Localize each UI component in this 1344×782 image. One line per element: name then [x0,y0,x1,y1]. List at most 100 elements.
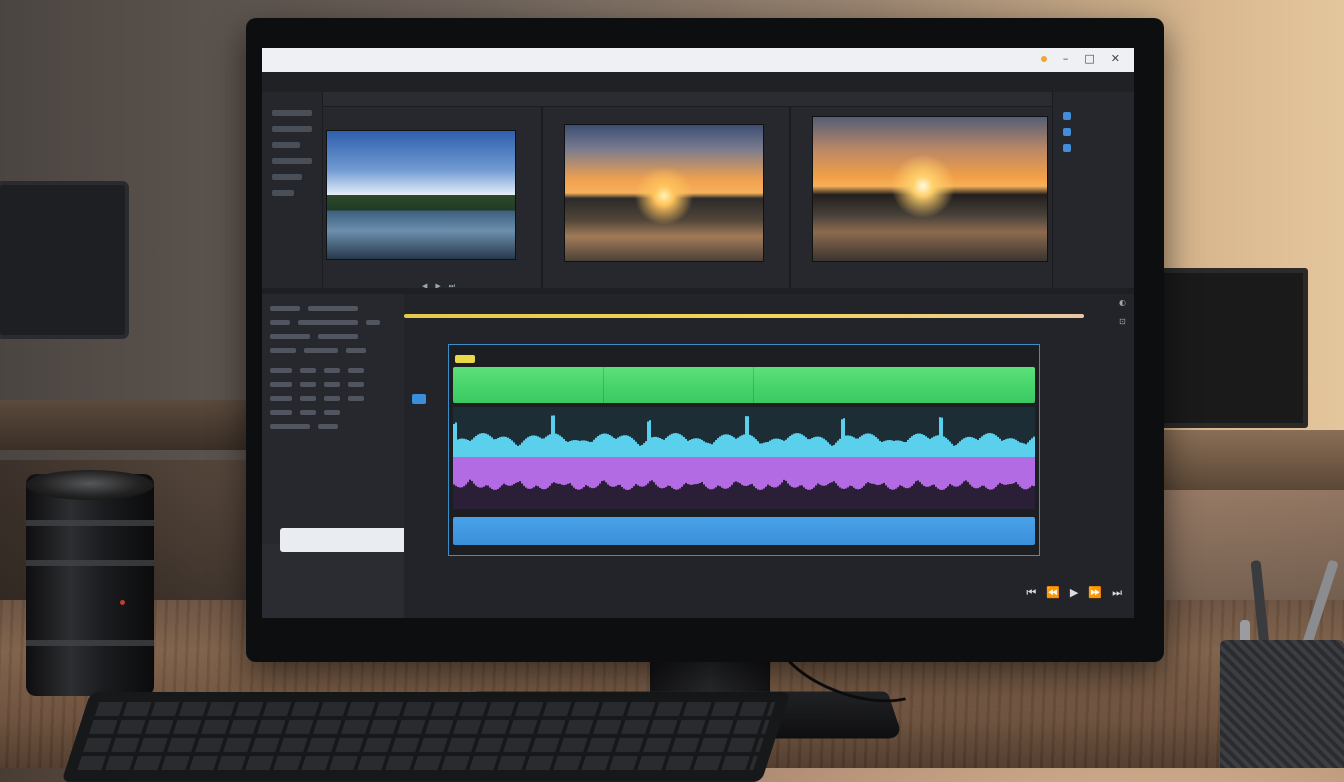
waveform-bar [633,439,635,457]
waveform-bar [521,457,523,484]
marker-clip[interactable] [455,355,475,363]
waveform-bar [705,442,707,457]
waveform-bar [1033,436,1035,457]
waveform-bar [1009,438,1011,457]
waveform-bar [597,436,599,457]
waveform-bar [763,442,765,457]
waveform-bar [693,457,695,485]
waveform-bar [703,457,705,485]
project-row[interactable] [270,368,364,373]
waveform-bar [927,457,929,487]
waveform-bar [921,434,923,457]
waveform-bar [533,457,535,488]
project-row[interactable] [270,334,358,339]
maximize-icon[interactable]: □ [1084,52,1094,65]
waveform-bar [1013,438,1015,457]
waveform-bar [941,417,943,457]
waveform-bar [655,457,657,485]
waveform-bar [757,457,759,490]
waveform-bar [801,434,803,457]
close-icon[interactable]: ✕ [1111,52,1120,65]
waveform-bar [473,457,475,484]
window-controls: – □ ✕ [1040,52,1120,65]
play-icon[interactable]: ▶ [1070,586,1078,600]
pen-holder [1220,640,1344,768]
waveform-bar [615,457,617,487]
zoom-icon[interactable]: ◐ [1119,298,1126,307]
waveform-bar [753,437,755,457]
minimize-icon[interactable]: – [1063,52,1069,65]
waveform-bar [537,436,539,457]
waveform-bar [569,441,571,457]
waveform-bar [793,433,795,457]
waveform-bar [505,436,507,457]
tool-item[interactable] [272,142,300,148]
waveform-bar [665,457,667,488]
waveform-bar [787,457,789,484]
waveform-bar [833,444,835,457]
waveform-bar [529,436,531,457]
audio-clip[interactable] [453,517,1035,545]
waveform-bar [975,438,977,457]
effects-item[interactable] [1063,128,1076,136]
waveform-bar [907,457,909,489]
track-header[interactable] [412,394,426,406]
project-row[interactable] [270,424,338,429]
project-row[interactable] [270,306,358,311]
tool-item[interactable] [272,126,312,132]
waveform-bar [599,434,601,457]
waveform-bar [517,445,519,457]
waveform-bar [901,441,903,457]
waveform-bar [939,417,941,457]
video-clip[interactable] [453,367,1035,403]
waveform-bar [851,457,853,487]
waveform-bar [819,436,821,457]
skip-back-icon[interactable]: ⏮ [1026,586,1036,600]
playhead-bar[interactable] [404,314,1084,318]
waveform-bar [701,457,703,482]
waveform-bar [925,436,927,457]
search-input[interactable] [280,528,408,552]
waveform-bar [987,433,989,457]
waveform-bar [463,438,465,457]
project-row[interactable] [270,320,380,325]
tool-item[interactable] [272,174,302,180]
waveform-bar [963,438,965,457]
project-row[interactable] [270,410,340,415]
waveform-bar [559,457,561,484]
waveform-bar [707,442,709,457]
waveform-bar [485,433,487,457]
waveform-bar [969,457,971,485]
waveform-bar [589,442,591,457]
waveform-bar [893,457,895,490]
skip-forward-icon[interactable]: ⏭ [1112,586,1122,600]
effects-item[interactable] [1063,112,1076,120]
waveform-bar [867,433,869,457]
waveform-bar [595,457,597,488]
waveform-bar [575,440,577,457]
project-row[interactable] [270,382,364,387]
waveform-bar [519,457,521,482]
audio-waveform[interactable] [453,407,1035,509]
waveform-bar [649,457,651,482]
waveform-bar [827,457,829,485]
waveform-bar [1005,457,1007,485]
transport-controls: ⏮ ⏪ ▶ ⏩ ⏭ [1026,586,1122,600]
tool-item[interactable] [272,158,312,164]
waveform-bar [773,438,775,457]
tool-item[interactable] [272,110,312,116]
rewind-icon[interactable]: ⏪ [1046,586,1060,600]
project-row[interactable] [270,348,366,353]
project-row[interactable] [270,396,364,401]
waveform-bar [935,435,937,457]
track-select-button[interactable] [412,394,426,404]
forward-icon[interactable]: ⏩ [1088,586,1102,600]
waveform-bar [877,457,879,486]
tool-item[interactable] [272,190,294,196]
snap-icon[interactable]: ⊡ [1119,317,1126,326]
effects-item[interactable] [1063,144,1076,152]
waveform-bar [791,434,793,457]
waveform-bar [989,433,991,457]
waveform-bar [637,443,639,457]
waveform-bar [645,457,647,486]
